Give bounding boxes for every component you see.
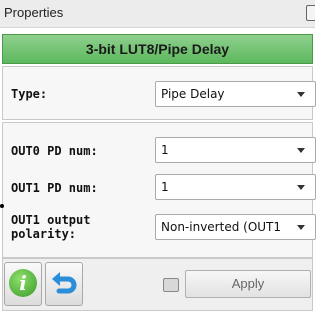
- type-dropdown-value: Pipe Delay: [161, 87, 225, 101]
- chevron-down-icon: [297, 92, 305, 97]
- out1-polarity-dropdown[interactable]: Non-inverted (OUT1: [155, 214, 316, 240]
- out0-pd-num-label: OUT0 PD num:: [11, 144, 98, 158]
- out1-pd-num-label: OUT1 PD num:: [11, 181, 98, 195]
- reset-icon[interactable]: [163, 278, 179, 292]
- undo-button[interactable]: [45, 262, 83, 306]
- out1-pd-num-dropdown[interactable]: 1: [155, 174, 316, 200]
- info-icon: i: [9, 269, 37, 297]
- panel-dock-icon[interactable]: [306, 5, 315, 21]
- block-name-header: 3-bit LUT8/Pipe Delay: [2, 34, 313, 64]
- type-section: Type: Pipe Delay: [2, 66, 316, 120]
- chevron-down-icon: [297, 225, 305, 230]
- out1-pd-num-value: 1: [161, 180, 169, 194]
- parameters-section: OUT0 PD num: 1 OUT1 PD num: 1 OUT1 outpu…: [2, 122, 316, 258]
- info-button[interactable]: i: [4, 262, 42, 306]
- out0-pd-num-dropdown[interactable]: 1: [155, 137, 316, 163]
- out1-polarity-value: Non-inverted (OUT1: [161, 220, 282, 234]
- chevron-down-icon: [297, 185, 305, 190]
- properties-titlebar: Properties: [0, 0, 315, 28]
- out1-polarity-label-line2: polarity:: [11, 227, 77, 241]
- apply-button[interactable]: Apply: [185, 270, 311, 298]
- type-dropdown[interactable]: Pipe Delay: [155, 81, 316, 107]
- properties-panel: Properties 3-bit LUT8/Pipe Delay Type: P…: [0, 0, 316, 312]
- panel-title: Properties: [4, 5, 64, 20]
- out0-pd-num-value: 1: [161, 143, 169, 157]
- chevron-down-icon: [297, 148, 305, 153]
- connector-dot: [0, 204, 4, 208]
- type-label: Type:: [11, 87, 48, 101]
- out1-polarity-label-line1: OUT1 output: [11, 213, 91, 227]
- undo-arrow-icon: [52, 272, 77, 294]
